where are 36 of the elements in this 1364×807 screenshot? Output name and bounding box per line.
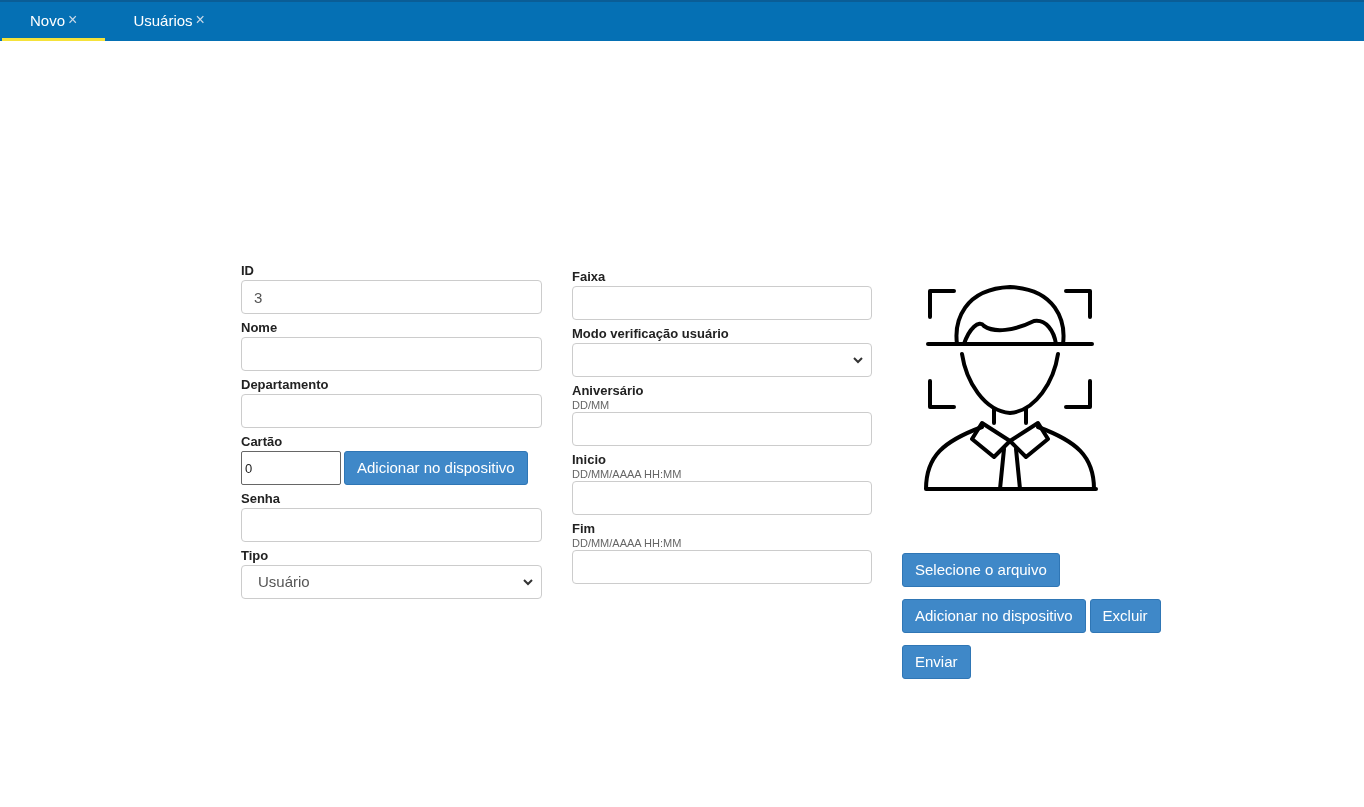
tab[interactable]: Usuários × [105, 5, 233, 41]
input-field[interactable] [572, 412, 872, 446]
field-label: Inicio [572, 452, 607, 468]
chevron-down-icon [523, 578, 533, 586]
field-label: Tipo [241, 548, 270, 564]
field-label: Senha [241, 491, 281, 507]
action-button[interactable]: Adicionar no dispositivo [902, 599, 1086, 633]
tab[interactable]: Novo × [2, 5, 106, 41]
select-field[interactable] [572, 343, 872, 377]
close-icon[interactable]: × [195, 11, 205, 28]
input-field[interactable] [572, 550, 872, 584]
input-field[interactable]: 0 [241, 451, 341, 485]
format-hint: DD/MM [572, 399, 611, 411]
action-button[interactable]: Selecione o arquivo [902, 553, 1060, 587]
field-label: Nome [241, 320, 279, 336]
field-label: Cartão [241, 434, 284, 450]
input-field[interactable] [241, 337, 542, 371]
field-label: Departamento [241, 377, 330, 393]
input-field[interactable] [572, 286, 872, 320]
input-field[interactable]: 3 [241, 280, 542, 314]
input-field[interactable] [572, 481, 872, 515]
format-hint: DD/MM/AAAA HH:MM [572, 537, 683, 549]
close-icon[interactable]: × [68, 11, 78, 28]
field-label: Faixa [572, 269, 607, 285]
field-label: Modo verificação usuário [572, 326, 730, 342]
format-hint: DD/MM/AAAA HH:MM [572, 468, 683, 480]
field-label: Aniversário [572, 383, 645, 399]
action-button[interactable]: Excluir [1089, 599, 1161, 633]
field-label: ID [241, 263, 255, 279]
input-field[interactable] [241, 394, 542, 428]
select-field[interactable]: Usuário [241, 565, 542, 599]
add-to-device-button[interactable]: Adicionar no dispositivo [344, 451, 528, 485]
action-button[interactable]: Enviar [902, 645, 971, 679]
field-label: Fim [572, 521, 597, 537]
chevron-down-icon [853, 356, 863, 364]
input-field[interactable] [241, 508, 542, 542]
